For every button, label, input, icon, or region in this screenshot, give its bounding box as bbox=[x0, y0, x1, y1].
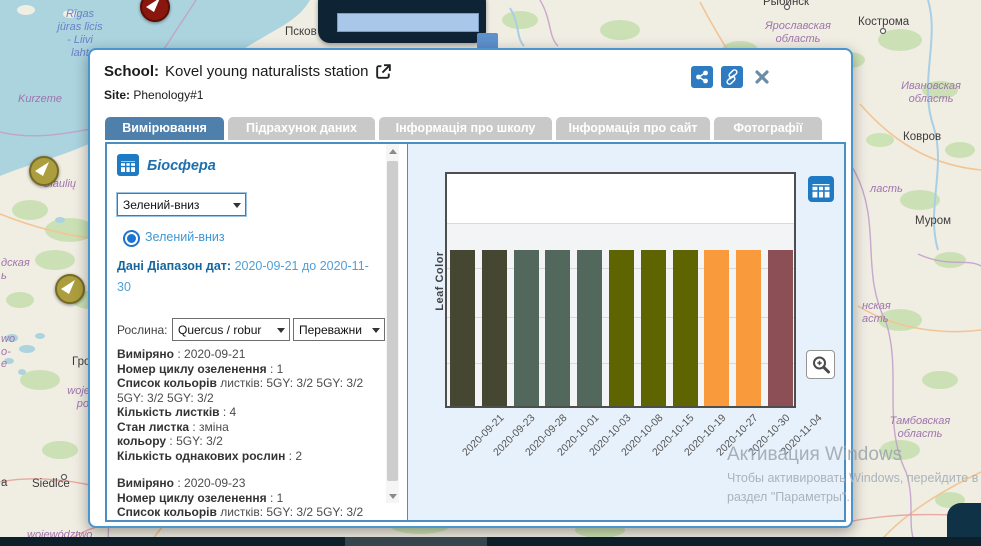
zoom-in-icon bbox=[810, 354, 832, 376]
share-icon bbox=[694, 69, 710, 85]
date-range-label: Дані Діапазон дат: bbox=[117, 259, 231, 273]
greendown-radio-label: Зелений-вниз bbox=[145, 230, 225, 244]
measurement-line: Виміряно : 2020-09-23 bbox=[117, 476, 386, 491]
chart-panel: Leaf Color 2020-09-212020-09-232020-09-2… bbox=[407, 144, 845, 520]
bar-2020-10-01[interactable] bbox=[545, 250, 570, 406]
bar-2020-09-21[interactable] bbox=[450, 250, 475, 406]
measurement-line: Список кольорів листків: 5GY: 3/2 5GY: 3… bbox=[117, 376, 386, 405]
y-axis-label: Leaf Color bbox=[434, 221, 446, 341]
table-icon bbox=[808, 176, 834, 202]
school-name: Kovel young naturalists station bbox=[165, 63, 368, 80]
chevron-down-icon bbox=[372, 328, 380, 333]
site-title: Site: Phenology#1 bbox=[104, 88, 203, 102]
plant-label: Рослина: bbox=[117, 323, 168, 337]
bar-2020-10-30[interactable] bbox=[736, 250, 761, 406]
slider-track[interactable] bbox=[337, 13, 479, 32]
section-title: Біосфера bbox=[147, 158, 216, 174]
header-actions bbox=[691, 66, 773, 88]
date-range: Дані Діапазон дат: 2020-09-21 до 2020-11… bbox=[117, 256, 382, 298]
measurement-line: Кількість листків : 4 bbox=[117, 405, 386, 420]
olive-station-marker[interactable] bbox=[29, 156, 59, 186]
share-button[interactable] bbox=[691, 66, 713, 88]
arrow-up-icon bbox=[389, 149, 397, 154]
scrollbar-thumb[interactable] bbox=[387, 161, 398, 481]
bottom-bar bbox=[0, 537, 981, 546]
table-icon bbox=[117, 154, 139, 181]
chevron-down-icon bbox=[233, 203, 241, 208]
close-icon bbox=[754, 69, 770, 85]
chart-table-button[interactable] bbox=[808, 176, 834, 207]
x-axis-labels: 2020-09-212020-09-232020-09-282020-10-01… bbox=[445, 412, 796, 482]
plant-select-value: Quercus / robur bbox=[178, 323, 261, 337]
bar-2020-10-15[interactable] bbox=[641, 250, 666, 406]
tab-1[interactable]: Вимірювання bbox=[105, 117, 224, 140]
map-time-slider bbox=[318, 0, 486, 43]
bar-2020-11-04[interactable] bbox=[768, 250, 793, 406]
tab-2[interactable]: Підрахунок даних bbox=[228, 117, 375, 140]
plant-select[interactable]: Quercus / robur bbox=[172, 318, 290, 341]
bar-2020-10-03[interactable] bbox=[577, 250, 602, 406]
measurement-line: Номер циклу озеленення : 1 bbox=[117, 362, 386, 377]
measurement-line: Стан листка : зміна bbox=[117, 420, 386, 435]
arrow-down-icon bbox=[389, 494, 397, 499]
left-panel-scrollbar[interactable] bbox=[386, 144, 399, 503]
chevron-down-icon bbox=[277, 328, 285, 333]
screen: Rīgas jūras līcis - Liivi lahtKurzemeŠia… bbox=[0, 0, 981, 546]
measurement-line: Кількість однакових рослин : 2 bbox=[117, 449, 386, 464]
measurement-line: Номер циклу озеленення : 1 bbox=[117, 491, 386, 506]
bar-2020-09-23[interactable] bbox=[482, 250, 507, 406]
measurement-line: Список кольорів листків: 5GY: 3/2 5GY: 3… bbox=[117, 505, 386, 520]
color-type-select-value: Переважни bbox=[299, 323, 362, 337]
close-button[interactable] bbox=[751, 66, 773, 88]
school-label: School: bbox=[104, 63, 159, 80]
bar-2020-10-08[interactable] bbox=[609, 250, 634, 406]
zoom-in-button[interactable] bbox=[806, 350, 835, 379]
measurement-line: Виміряно : 2020-09-21 bbox=[117, 347, 386, 362]
link-button[interactable] bbox=[721, 66, 743, 88]
scroll-up-button[interactable] bbox=[386, 144, 399, 158]
dialog-content: Біосфера Зелений-вниз Зелений-вниз Дані … bbox=[105, 142, 846, 522]
greendown-radio[interactable] bbox=[123, 230, 140, 247]
protocol-select[interactable]: Зелений-вниз bbox=[117, 193, 246, 216]
tab-4[interactable]: Інформація про сайт bbox=[556, 117, 710, 140]
scroll-down-button[interactable] bbox=[386, 489, 399, 503]
measurement-list: Виміряно : 2020-09-21Номер циклу озелене… bbox=[117, 347, 386, 520]
bar-2020-09-28[interactable] bbox=[514, 250, 539, 406]
tab-3[interactable]: Інформація про школу bbox=[379, 117, 552, 140]
measurements-panel: Біосфера Зелений-вниз Зелений-вниз Дані … bbox=[107, 144, 386, 520]
open-in-new-icon[interactable] bbox=[374, 62, 393, 81]
bar-2020-10-27[interactable] bbox=[704, 250, 729, 406]
leaf-color-chart: Leaf Color bbox=[445, 172, 796, 408]
tab-5[interactable]: Фотографії bbox=[714, 117, 822, 140]
measurement-block: Виміряно : 2020-09-21Номер циклу озелене… bbox=[117, 347, 386, 463]
gridline bbox=[447, 223, 794, 224]
station-dialog: School: Kovel young naturalists station … bbox=[88, 48, 853, 528]
site-label: Site: bbox=[104, 88, 130, 102]
bar-2020-10-19[interactable] bbox=[673, 250, 698, 406]
color-type-select[interactable]: Переважни bbox=[293, 318, 385, 341]
site-name: Phenology#1 bbox=[133, 88, 203, 102]
link-icon bbox=[724, 69, 740, 85]
measurement-block: Виміряно : 2020-09-23Номер циклу озелене… bbox=[117, 476, 386, 520]
protocol-select-value: Зелений-вниз bbox=[123, 198, 199, 212]
olive-station-marker[interactable] bbox=[55, 274, 85, 304]
school-title: School: Kovel young naturalists station bbox=[104, 62, 393, 81]
bottom-bar-segment bbox=[345, 537, 487, 546]
measurement-line: кольору : 5GY: 3/2 bbox=[117, 434, 386, 449]
tab-bar: ВимірюванняПідрахунок данихІнформація пр… bbox=[105, 117, 826, 140]
